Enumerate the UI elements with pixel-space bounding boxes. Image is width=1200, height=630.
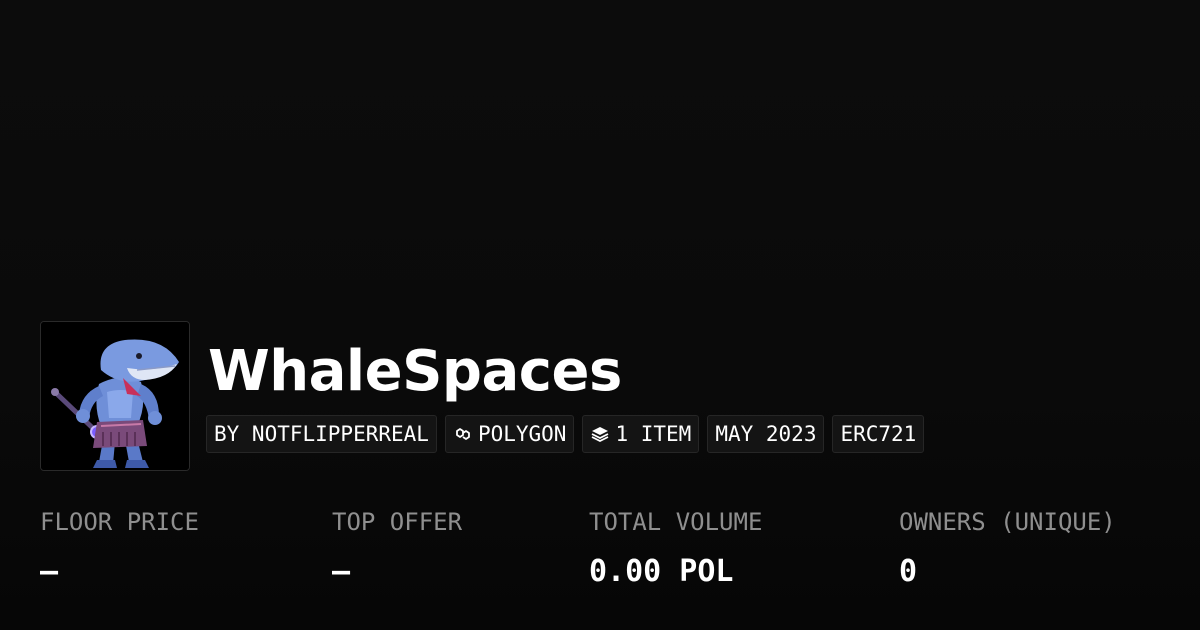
stat-top-offer: TOP OFFER – (332, 505, 462, 589)
stat-value: 0 (899, 554, 918, 589)
polygon-chain-icon (453, 424, 473, 444)
date-label: MAY 2023 (715, 422, 817, 446)
creator-badge[interactable]: BY NOTFLIPPERREAL (206, 415, 437, 453)
token-standard-badge: ERC721 (832, 415, 925, 453)
stat-floor-price: FLOOR PRICE – (40, 505, 199, 589)
stat-total-volume: TOTAL VOLUME 0.00 POL (589, 505, 762, 589)
collection-title: WhaleSpaces (208, 339, 622, 404)
stat-label: OWNERS (UNIQUE) (899, 508, 1116, 536)
creator-label: BY NOTFLIPPERREAL (214, 422, 429, 446)
chain-badge[interactable]: POLYGON (444, 415, 575, 453)
item-count-badge: 1 ITEM (582, 415, 700, 453)
stat-label: FLOOR PRICE (40, 508, 199, 536)
collection-avatar (40, 321, 190, 471)
stat-value: 0.00 POL (589, 554, 734, 589)
item-count-label: 1 ITEM (615, 422, 692, 446)
whale-warrior-avatar (41, 322, 189, 470)
chain-label: POLYGON (477, 422, 567, 446)
stat-value: – (40, 554, 59, 589)
token-standard-label: ERC721 (840, 422, 917, 446)
collection-badges: BY NOTFLIPPERREAL POLYGON 1 ITEM MAY 202… (206, 415, 925, 453)
date-badge: MAY 2023 (707, 415, 825, 453)
layers-icon (590, 424, 610, 444)
stat-label: TOP OFFER (332, 508, 463, 536)
stat-value: – (332, 554, 351, 589)
stat-owners: OWNERS (UNIQUE) 0 (899, 505, 1116, 589)
stat-label: TOTAL VOLUME (589, 508, 763, 536)
